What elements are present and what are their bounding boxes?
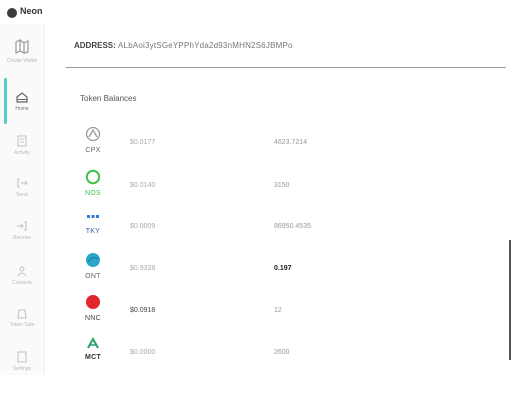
contacts-icon (17, 266, 27, 277)
main-content: ADDRESS: ALbAoi3ytSGeYPPhYda2d93nMHN2S6J… (44, 24, 517, 375)
token-row: TKY $0.0009 86950.4535 (80, 208, 500, 246)
receive-icon (17, 221, 27, 231)
tky-logo-icon (87, 215, 99, 218)
token-symbol: MCT (84, 354, 102, 361)
token-price: $0.0918 (130, 307, 156, 314)
token-row: NOS $0.0140 3150 (80, 167, 500, 205)
address-value[interactable]: ALbAoi3ytSGeYPPhYda2d93nMHN2S6JBMPo (118, 41, 293, 50)
sidebar-item-label: Home (15, 106, 29, 112)
sidebar-item-activity[interactable]: Activity (0, 134, 44, 178)
sidebar-item-label: Create Wallet (6, 58, 38, 64)
token-price: $0.9328 (130, 265, 156, 272)
token-logo: MCT (80, 336, 106, 361)
app-title: Neon (20, 6, 43, 16)
token-amount: 12 (274, 307, 282, 314)
sidebar-item-send[interactable]: Send (0, 176, 44, 220)
sidebar-item-receive[interactable]: Receive (0, 219, 44, 263)
sidebar: Create Wallet Home Activity Send Receive (0, 24, 45, 375)
token-logo: ONT (80, 252, 106, 280)
sidebar-item-label: Send (16, 192, 28, 198)
scrollbar[interactable] (509, 240, 511, 360)
token-row: CPX $0.0177 4623.7214 (80, 124, 500, 162)
token-amount: 86950.4535 (274, 223, 311, 230)
address-bar: ADDRESS: ALbAoi3ytSGeYPPhYda2d93nMHN2S6J… (74, 41, 293, 50)
sidebar-item-label: Receive (12, 235, 32, 241)
token-row: ONT $0.9328 0.197 (80, 250, 500, 288)
address-label: ADDRESS: (74, 41, 116, 50)
mct-logo-icon (87, 336, 99, 349)
sidebar-item-home[interactable]: Home (0, 90, 44, 134)
nos-logo-icon (85, 169, 101, 185)
sidebar-item-settings[interactable]: Settings (0, 350, 44, 394)
token-amount: 3150 (274, 182, 290, 189)
sidebar-item-create-wallet[interactable]: Create Wallet (0, 38, 44, 82)
token-balances-panel: Token Balances CPX $0.0177 4623.7214 NOS… (66, 78, 516, 375)
sidebar-item-label: Settings (12, 366, 32, 372)
token-symbol: NOS (84, 190, 102, 197)
token-amount: 2600 (274, 349, 290, 356)
settings-icon (17, 351, 27, 363)
sidebar-item-label: Contacts (12, 280, 32, 286)
cpx-logo-icon (85, 126, 101, 142)
send-icon (17, 178, 28, 188)
title-bar: Neon (0, 0, 517, 24)
token-sale-icon (17, 309, 27, 319)
token-price: $0.0000 (130, 349, 156, 356)
activity-icon (17, 135, 27, 147)
panel-title: Token Balances (80, 94, 137, 103)
ont-logo-icon (86, 253, 100, 267)
token-symbol: ONT (85, 273, 101, 280)
wallet-icon (15, 39, 29, 54)
app-logo-icon (7, 8, 17, 18)
nnc-logo-icon (86, 295, 100, 309)
token-logo: NOS (80, 169, 106, 197)
token-price: $0.0140 (130, 182, 156, 189)
token-symbol: CPX (85, 147, 101, 154)
token-row: MCT $0.0000 2600 (80, 334, 500, 372)
sidebar-item-label: Activity (14, 150, 30, 156)
home-icon (16, 92, 28, 103)
token-amount: 4623.7214 (274, 139, 308, 146)
token-logo: CPX (80, 126, 106, 154)
token-symbol: TKY (85, 228, 101, 235)
token-logo: TKY (80, 210, 106, 235)
token-amount: 0.197 (274, 265, 292, 272)
token-price: $0.0177 (130, 139, 156, 146)
sidebar-item-contacts[interactable]: Contacts (0, 264, 44, 308)
token-row: NNC $0.0918 12 (80, 292, 500, 330)
token-logo: NNC (80, 294, 106, 322)
sidebar-item-token-sale[interactable]: Token Sale (0, 306, 44, 350)
token-symbol: NNC (84, 315, 102, 322)
sidebar-item-label: Token Sale (9, 322, 35, 328)
token-price: $0.0009 (130, 223, 156, 230)
divider (66, 67, 506, 68)
